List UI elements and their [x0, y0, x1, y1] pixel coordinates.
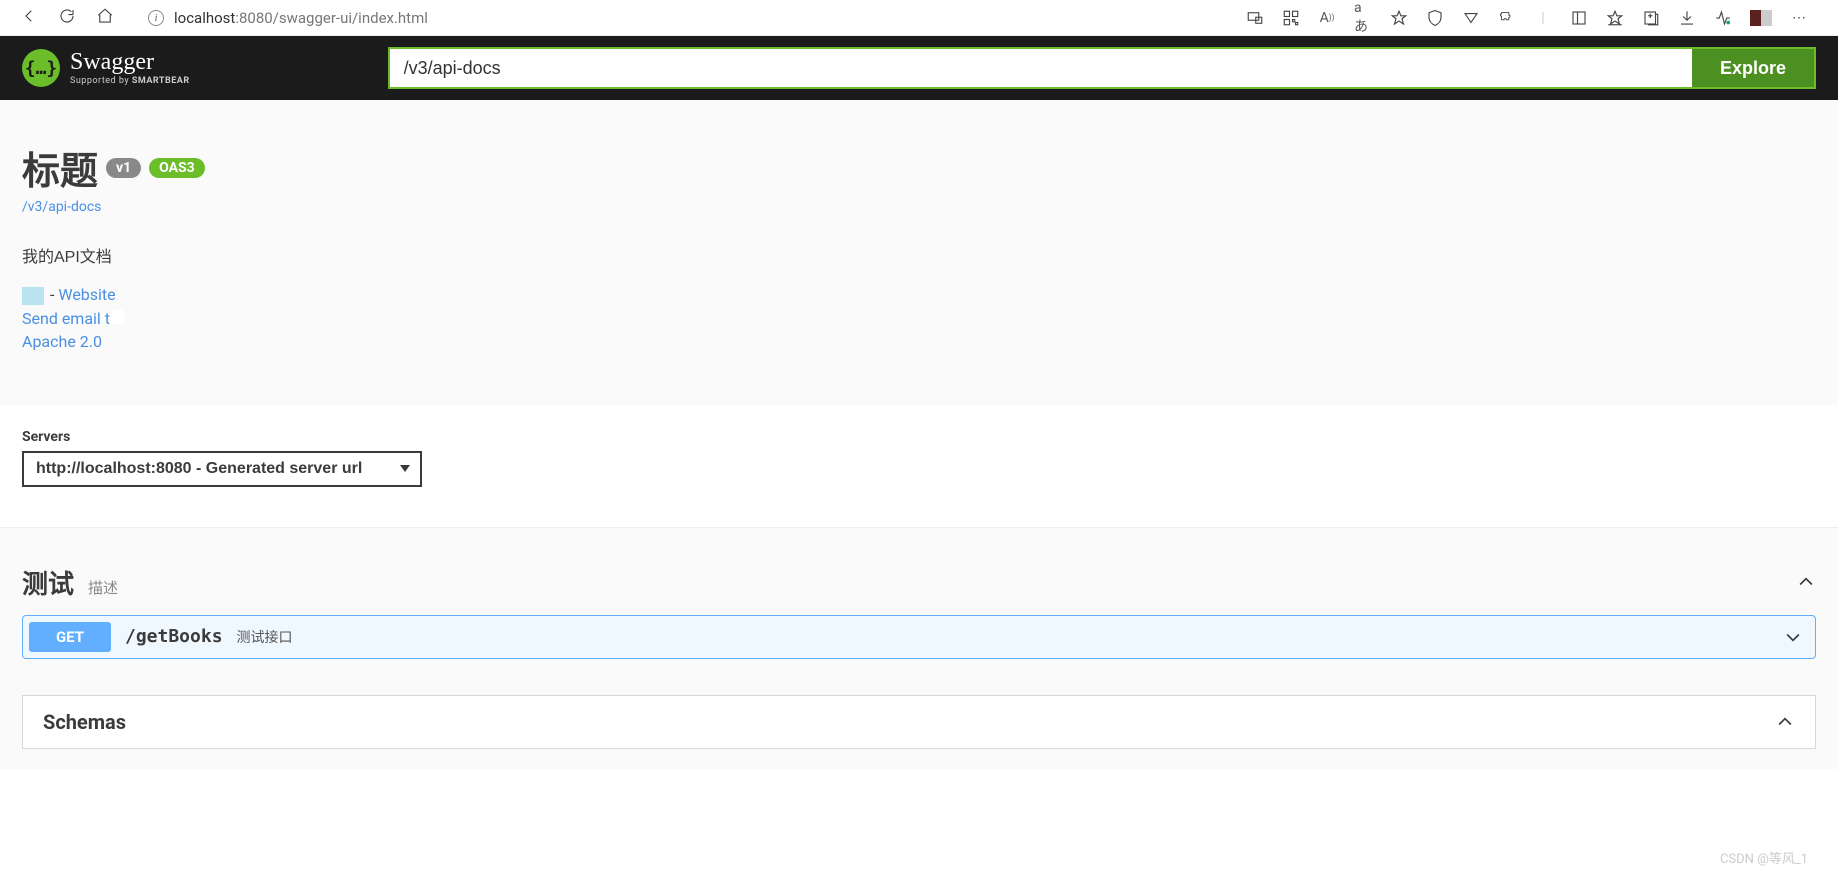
swagger-logo-icon: {…} [22, 49, 60, 87]
v-icon[interactable] [1462, 9, 1480, 27]
profile-icon[interactable] [1750, 10, 1772, 26]
refresh-icon[interactable] [58, 7, 76, 29]
spec-url-input[interactable] [388, 47, 1692, 89]
collections-icon[interactable] [1642, 9, 1660, 27]
puzzle-icon[interactable] [1498, 9, 1516, 27]
chevron-up-icon [1796, 572, 1816, 592]
more-icon[interactable]: ⋯ [1790, 9, 1808, 27]
address-bar[interactable]: i localhost:8080/swagger-ui/index.html [128, 9, 1232, 27]
url-text: localhost:8080/swagger-ui/index.html [174, 9, 428, 27]
sidebar-icon[interactable] [1570, 9, 1588, 27]
servers-section: Servers http://localhost:8080 - Generate… [0, 405, 1838, 527]
tag-name: 测试 [22, 564, 74, 601]
swagger-logo-text: Swagger [70, 50, 190, 74]
redact-block [22, 287, 44, 305]
schemas-title: Schemas [43, 710, 126, 734]
download-icon[interactable] [1678, 9, 1696, 27]
website-link[interactable]: Website [58, 285, 115, 304]
operation-path: /getBooks [125, 626, 223, 647]
read-aloud-icon[interactable]: A)) [1318, 9, 1336, 27]
info-section: 标题 v1 OAS3 /v3/api-docs 我的API文档 - Websit… [0, 100, 1838, 405]
nav-icon-group [10, 7, 114, 29]
chevron-down-icon [1783, 627, 1803, 647]
back-icon[interactable] [20, 7, 38, 29]
http-method-badge: GET [29, 622, 111, 652]
explore-button[interactable]: Explore [1692, 47, 1816, 89]
operations-section: 测试 描述 GET /getBooks 测试接口 [0, 527, 1838, 695]
swagger-topbar: {…} Swagger Supported by SMARTBEAR Explo… [0, 36, 1838, 100]
chevron-up-icon [1775, 712, 1795, 732]
shield-icon[interactable] [1426, 9, 1444, 27]
server-select[interactable]: http://localhost:8080 - Generated server… [22, 451, 422, 487]
explore-form: Explore [388, 47, 1816, 89]
browser-toolbar: i localhost:8080/swagger-ui/index.html A… [0, 0, 1838, 36]
qr-icon[interactable] [1282, 9, 1300, 27]
device-icon[interactable] [1246, 9, 1264, 27]
translate-icon[interactable]: aあ [1354, 9, 1372, 27]
operation-get-getbooks[interactable]: GET /getBooks 测试接口 [22, 615, 1816, 659]
watermark: CSDN @等风_1 [1720, 848, 1808, 867]
license-link[interactable]: Apache 2.0 [22, 332, 102, 351]
api-description: 我的API文档 [22, 243, 1816, 267]
oas-badge: OAS3 [149, 158, 205, 178]
api-docs-link[interactable]: /v3/api-docs [22, 199, 101, 215]
servers-label: Servers [22, 429, 1816, 445]
email-link[interactable]: Send email t [22, 309, 110, 328]
swagger-logo-sub: Supported by SMARTBEAR [70, 76, 190, 86]
operation-summary: 测试接口 [237, 627, 293, 647]
toolbar-right-icons: A)) aあ | ⋯ [1246, 9, 1828, 27]
version-badge: v1 [106, 158, 141, 178]
favorite-icon[interactable] [1390, 9, 1408, 27]
home-icon[interactable] [96, 7, 114, 29]
favorites-list-icon[interactable] [1606, 9, 1624, 27]
swagger-logo[interactable]: {…} Swagger Supported by SMARTBEAR [22, 49, 190, 87]
info-links: - Website Send email t Apache 2.0 [22, 285, 1816, 351]
schemas-header[interactable]: Schemas [22, 695, 1816, 749]
api-title: 标题 [22, 140, 98, 195]
performance-icon[interactable] [1714, 9, 1732, 27]
tag-description: 描述 [88, 577, 118, 598]
schemas-section: Schemas [0, 695, 1838, 769]
site-info-icon[interactable]: i [148, 10, 164, 26]
tag-header[interactable]: 测试 描述 [22, 564, 1816, 601]
